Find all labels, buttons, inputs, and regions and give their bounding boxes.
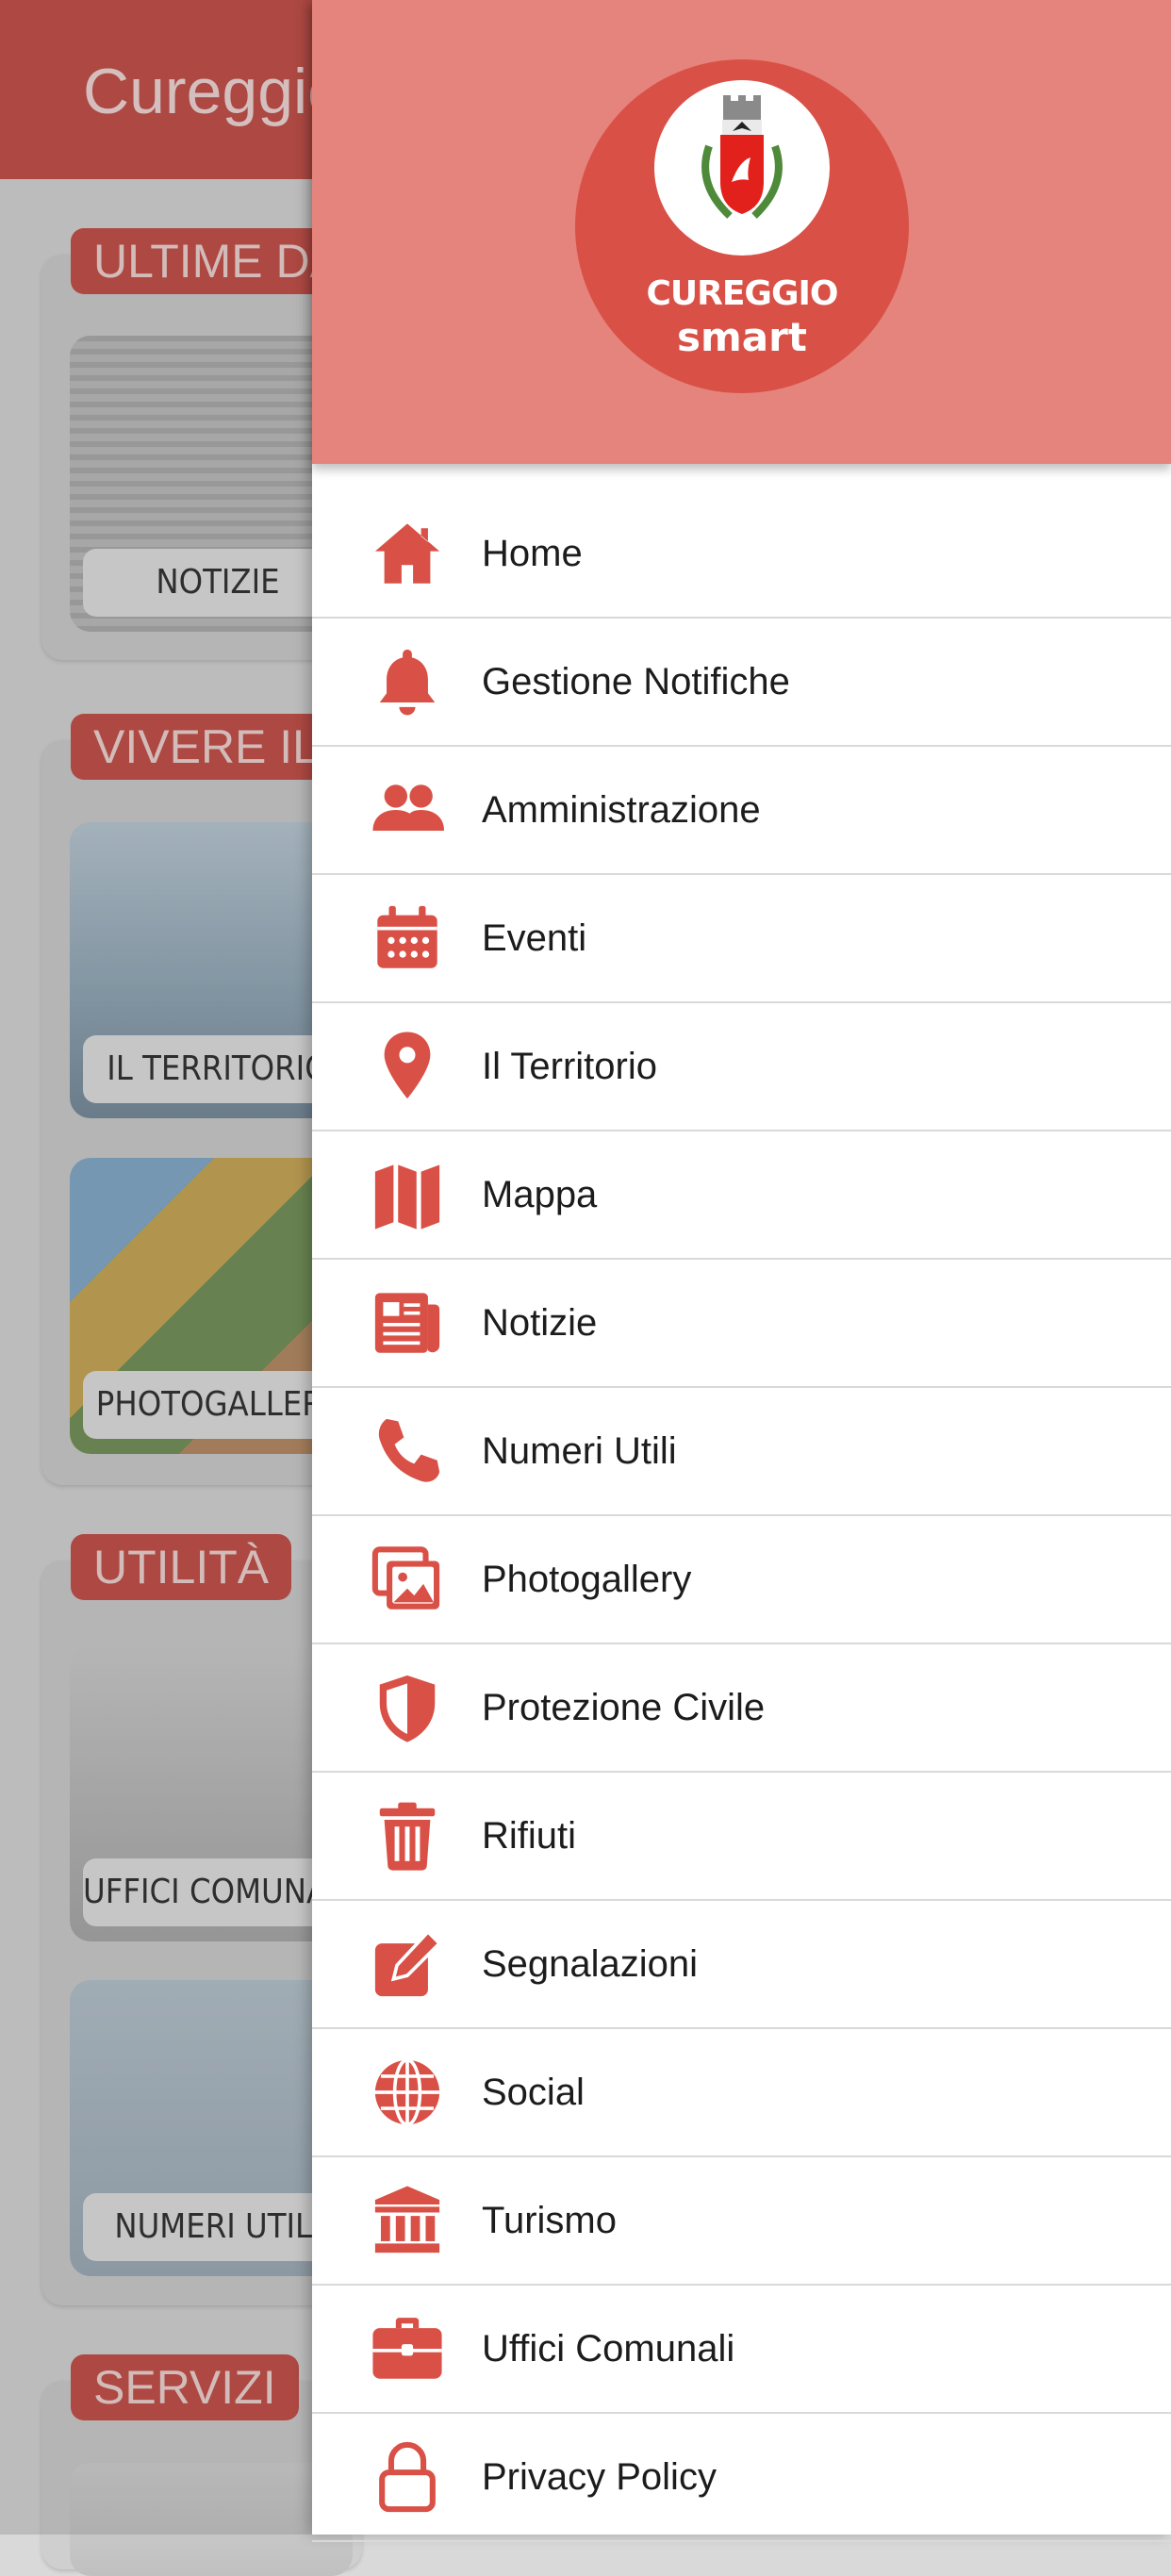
lock-icon [365, 2435, 450, 2519]
menu-item-segnalazioni[interactable]: Segnalazioni [312, 1901, 1171, 2029]
phone-icon [365, 1409, 450, 1494]
bell-icon [365, 639, 450, 724]
trash-icon [365, 1793, 450, 1878]
shield-icon [365, 1665, 450, 1750]
menu-item-label: Numeri Utili [482, 1429, 677, 1472]
menu-item-turismo[interactable]: Turismo [312, 2157, 1171, 2286]
menu-item-label: Il Territorio [482, 1045, 657, 1087]
briefcase-icon [365, 2306, 450, 2391]
menu-item-label: Rifiuti [482, 1814, 577, 1857]
menu-item-label: Amministrazione [482, 788, 761, 831]
menu-item-photogallery[interactable]: Photogallery [312, 1516, 1171, 1644]
logo-title: CUREGGIO [646, 274, 838, 313]
home-icon [365, 511, 450, 596]
menu-item-label: Uffici Comunali [482, 2327, 735, 2370]
menu-item-eventi[interactable]: Eventi [312, 875, 1171, 1003]
menu-item-label: Eventi [482, 916, 587, 959]
menu-item-label: Notizie [482, 1301, 598, 1344]
menu-item-home[interactable]: Home [312, 490, 1171, 619]
menu-item-label: Gestione Notifiche [482, 660, 790, 702]
menu-item-il-territorio[interactable]: Il Territorio [312, 1003, 1171, 1131]
menu-item-numeri-utili[interactable]: Numeri Utili [312, 1388, 1171, 1516]
landmark-icon [365, 2178, 450, 2263]
calendar-icon [365, 896, 450, 981]
coat-of-arms-icon [654, 80, 830, 256]
newspaper-icon [365, 1280, 450, 1365]
menu-item-uffici-comunali[interactable]: Uffici Comunali [312, 2286, 1171, 2414]
map-pin-icon [365, 1024, 450, 1109]
menu-item-social[interactable]: Social [312, 2029, 1171, 2157]
edit-icon [365, 1922, 450, 2006]
menu-item-label: Photogallery [482, 1558, 692, 1600]
menu-item-label: Privacy Policy [482, 2455, 717, 2498]
globe-icon [365, 2050, 450, 2135]
menu-item-label: Turismo [482, 2199, 617, 2241]
menu-item-label: Mappa [482, 1173, 598, 1215]
drawer-header: CUREGGIO smart [312, 0, 1171, 464]
map-icon [365, 1152, 450, 1237]
menu-item-mappa[interactable]: Mappa [312, 1131, 1171, 1260]
logo-subtitle: smart [677, 314, 807, 360]
menu-item-privacy-policy[interactable]: Privacy Policy [312, 2414, 1171, 2542]
menu-item-label: Home [482, 532, 583, 574]
menu-item-label: Segnalazioni [482, 1942, 699, 1985]
users-icon [365, 768, 450, 852]
drawer-menu: Home Gestione Notifiche Amministrazione … [312, 490, 1171, 2542]
navigation-drawer: CUREGGIO smart Home Gestione Notifiche A… [312, 0, 1171, 2542]
images-icon [365, 1537, 450, 1622]
menu-item-protezione-civile[interactable]: Protezione Civile [312, 1644, 1171, 1773]
menu-item-amministrazione[interactable]: Amministrazione [312, 747, 1171, 875]
menu-item-label: Social [482, 2071, 585, 2113]
menu-item-gestione-notifiche[interactable]: Gestione Notifiche [312, 619, 1171, 747]
menu-item-notizie[interactable]: Notizie [312, 1260, 1171, 1388]
menu-item-rifiuti[interactable]: Rifiuti [312, 1773, 1171, 1901]
app-logo: CUREGGIO smart [575, 59, 909, 393]
menu-item-label: Protezione Civile [482, 1686, 766, 1728]
